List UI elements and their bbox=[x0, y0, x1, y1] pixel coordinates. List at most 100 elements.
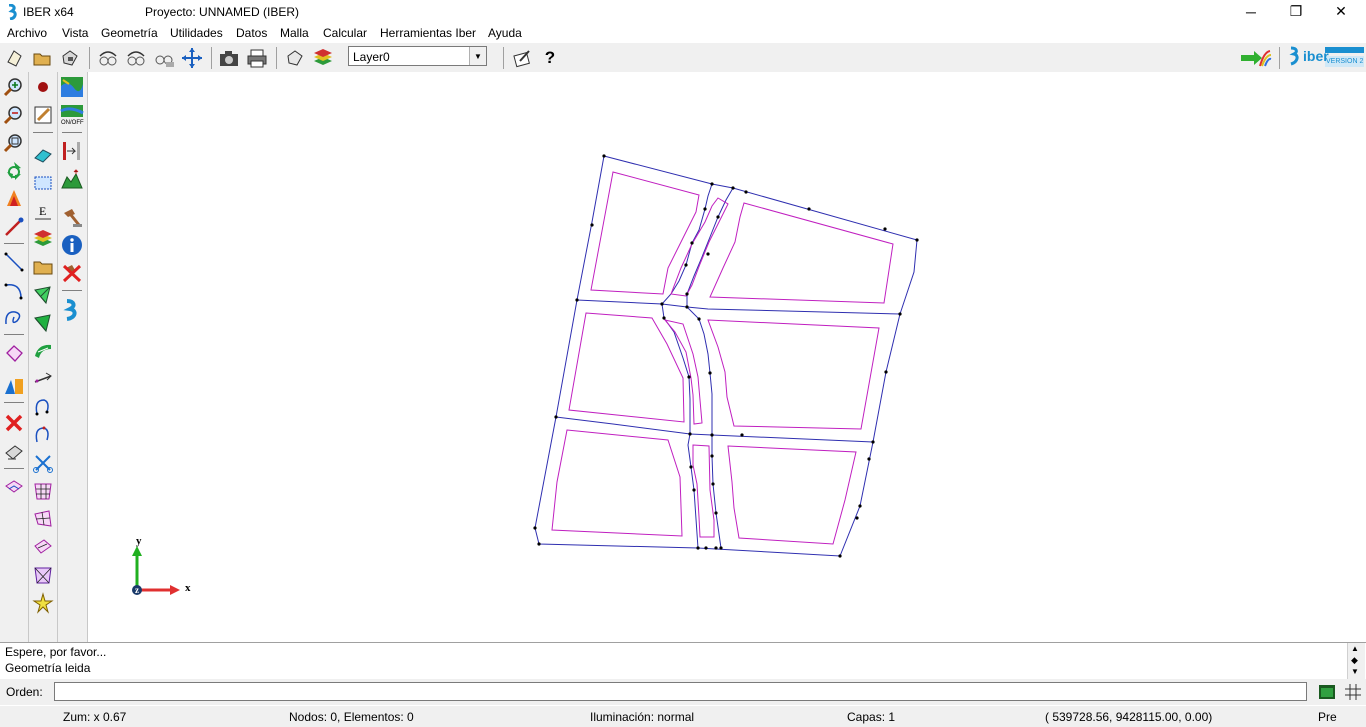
screenshot-icon[interactable] bbox=[218, 47, 240, 69]
iber-logo-tool-icon[interactable] bbox=[60, 298, 84, 322]
list-entities-icon[interactable] bbox=[2, 476, 26, 500]
hammer-icon[interactable] bbox=[60, 205, 84, 229]
title-bar: IBER x64 Proyecto: UNNAMED (IBER) ─ ❐ ✕ bbox=[0, 0, 1366, 23]
iber-version-text: VERSION 2 bbox=[1326, 58, 1364, 65]
console-line: Espere, por favor... bbox=[5, 645, 107, 659]
minimize-button[interactable]: ─ bbox=[1228, 0, 1274, 23]
scissors-icon[interactable] bbox=[31, 451, 55, 475]
drawing-canvas[interactable]: y x z bbox=[88, 72, 1366, 642]
menu-malla[interactable]: Malla bbox=[280, 26, 309, 40]
delete-icon[interactable] bbox=[2, 411, 26, 435]
status-mode: Pre bbox=[1318, 710, 1337, 724]
menu-herramientas-iber[interactable]: Herramientas Iber bbox=[380, 26, 476, 40]
curve-edit-2-icon[interactable] bbox=[31, 423, 55, 447]
iber-brand-logo: iber VERSION 2 bbox=[1287, 45, 1365, 69]
menu-calcular[interactable]: Calcular bbox=[323, 26, 367, 40]
command-window-icon[interactable] bbox=[1318, 683, 1336, 701]
curve-edit-icon[interactable] bbox=[31, 395, 55, 419]
close-button[interactable]: ✕ bbox=[1318, 0, 1364, 23]
message-console: Espere, por favor... Geometría leida ▲ ◆… bbox=[0, 642, 1366, 680]
record-icon[interactable] bbox=[31, 75, 55, 99]
help-icon[interactable]: ? bbox=[539, 47, 561, 69]
select-box-icon[interactable] bbox=[31, 171, 55, 195]
command-bar: Orden: bbox=[0, 679, 1366, 705]
zoom-out-icon[interactable] bbox=[2, 103, 26, 127]
zoom-frame-icon[interactable] bbox=[2, 131, 26, 155]
surface-mesh-3-icon[interactable] bbox=[31, 535, 55, 559]
menu-ayuda[interactable]: Ayuda bbox=[488, 26, 522, 40]
menu-datos[interactable]: Datos bbox=[236, 26, 267, 40]
volume-icon[interactable] bbox=[2, 374, 26, 398]
geometry-points bbox=[533, 154, 919, 558]
menu-archivo[interactable]: Archivo bbox=[7, 26, 47, 40]
layer-select[interactable]: Layer0 ▼ bbox=[348, 46, 487, 66]
toolbar-separator bbox=[211, 47, 212, 69]
print-icon[interactable] bbox=[246, 47, 268, 69]
new-icon[interactable] bbox=[3, 47, 25, 69]
toolbar-separator bbox=[1279, 47, 1280, 69]
render-icon[interactable] bbox=[284, 47, 306, 69]
axis-z-label: z bbox=[135, 585, 139, 595]
menu-utilidades[interactable]: Utilidades bbox=[170, 26, 223, 40]
render-mode-icon[interactable] bbox=[2, 187, 26, 211]
status-layers: Capas: 1 bbox=[847, 710, 896, 724]
save-icon[interactable] bbox=[59, 47, 81, 69]
structured-mesh-icon[interactable] bbox=[31, 339, 55, 363]
onoff-icon[interactable]: ON/OFF bbox=[60, 103, 84, 127]
bridge-icon[interactable] bbox=[60, 139, 84, 163]
terrain-icon[interactable] bbox=[60, 168, 84, 192]
surface-mesh-4-icon[interactable] bbox=[31, 563, 55, 587]
maximize-button[interactable]: ❐ bbox=[1273, 0, 1319, 23]
redraw-icon[interactable] bbox=[2, 159, 26, 183]
iber-plus-arrow-icon[interactable] bbox=[1240, 47, 1272, 69]
notes-icon[interactable] bbox=[511, 47, 533, 69]
svg-text:ON/OFF: ON/OFF bbox=[61, 120, 84, 126]
surface-mesh-2-icon[interactable] bbox=[31, 507, 55, 531]
line-icon[interactable] bbox=[2, 250, 26, 274]
chevron-down-icon[interactable]: ▼ bbox=[469, 47, 486, 65]
scroll-up-icon[interactable]: ▲ bbox=[1351, 644, 1359, 653]
toolbar-separator bbox=[89, 47, 90, 69]
eraser-icon[interactable] bbox=[31, 143, 55, 167]
console-line: Geometría leida bbox=[5, 661, 91, 675]
rotate-trackball-icon[interactable] bbox=[97, 47, 119, 69]
edit-icon[interactable] bbox=[31, 103, 55, 127]
layer-select-value: Layer0 bbox=[353, 50, 390, 64]
clean-icon[interactable] bbox=[2, 440, 26, 464]
arc-icon[interactable] bbox=[2, 278, 26, 302]
zoom-in-icon[interactable] bbox=[2, 75, 26, 99]
command-label: Orden: bbox=[6, 685, 43, 699]
star-mesh-icon[interactable] bbox=[31, 591, 55, 615]
geometry-view: y x z bbox=[132, 154, 919, 595]
mesh-unassign-icon[interactable] bbox=[31, 311, 55, 335]
folder-icon[interactable] bbox=[31, 255, 55, 279]
nurbs-line-icon[interactable] bbox=[2, 306, 26, 330]
info-icon[interactable] bbox=[60, 233, 84, 257]
menu-geometria[interactable]: Geometría bbox=[101, 26, 158, 40]
arrow-edit-icon[interactable] bbox=[31, 367, 55, 391]
point-icon[interactable] bbox=[2, 215, 26, 239]
command-input[interactable] bbox=[54, 682, 1307, 701]
axis-x-label: x bbox=[185, 582, 191, 594]
rotate-screen-icon[interactable] bbox=[125, 47, 147, 69]
rotate-object-icon[interactable] bbox=[153, 47, 175, 69]
mesh-assign-icon[interactable] bbox=[31, 283, 55, 307]
layer-stack-icon[interactable] bbox=[31, 227, 55, 251]
grid-icon[interactable] bbox=[1344, 683, 1362, 701]
delete-tool-icon[interactable] bbox=[60, 261, 84, 285]
scroll-thumb-icon[interactable]: ◆ bbox=[1351, 655, 1358, 666]
scroll-down-icon[interactable]: ▼ bbox=[1351, 667, 1359, 676]
console-scrollbar[interactable]: ▲ ◆ ▼ bbox=[1347, 643, 1365, 679]
menu-vista[interactable]: Vista bbox=[62, 26, 88, 40]
open-icon[interactable] bbox=[31, 47, 53, 69]
entity-icon[interactable]: E bbox=[31, 199, 55, 223]
status-zoom: Zum: x 0.67 bbox=[63, 710, 127, 724]
status-lighting: Iluminación: normal bbox=[590, 710, 695, 724]
pan-icon[interactable] bbox=[181, 47, 203, 69]
surface-mesh-icon[interactable] bbox=[31, 479, 55, 503]
layers-icon[interactable] bbox=[312, 47, 334, 69]
surface-icon[interactable] bbox=[2, 342, 26, 366]
status-bar: Zum: x 0.67 Nodos: 0, Elementos: 0 Ilumi… bbox=[0, 706, 1366, 727]
iber-map-icon[interactable] bbox=[60, 75, 84, 99]
status-nodes: Nodos: 0, Elementos: 0 bbox=[289, 710, 414, 724]
